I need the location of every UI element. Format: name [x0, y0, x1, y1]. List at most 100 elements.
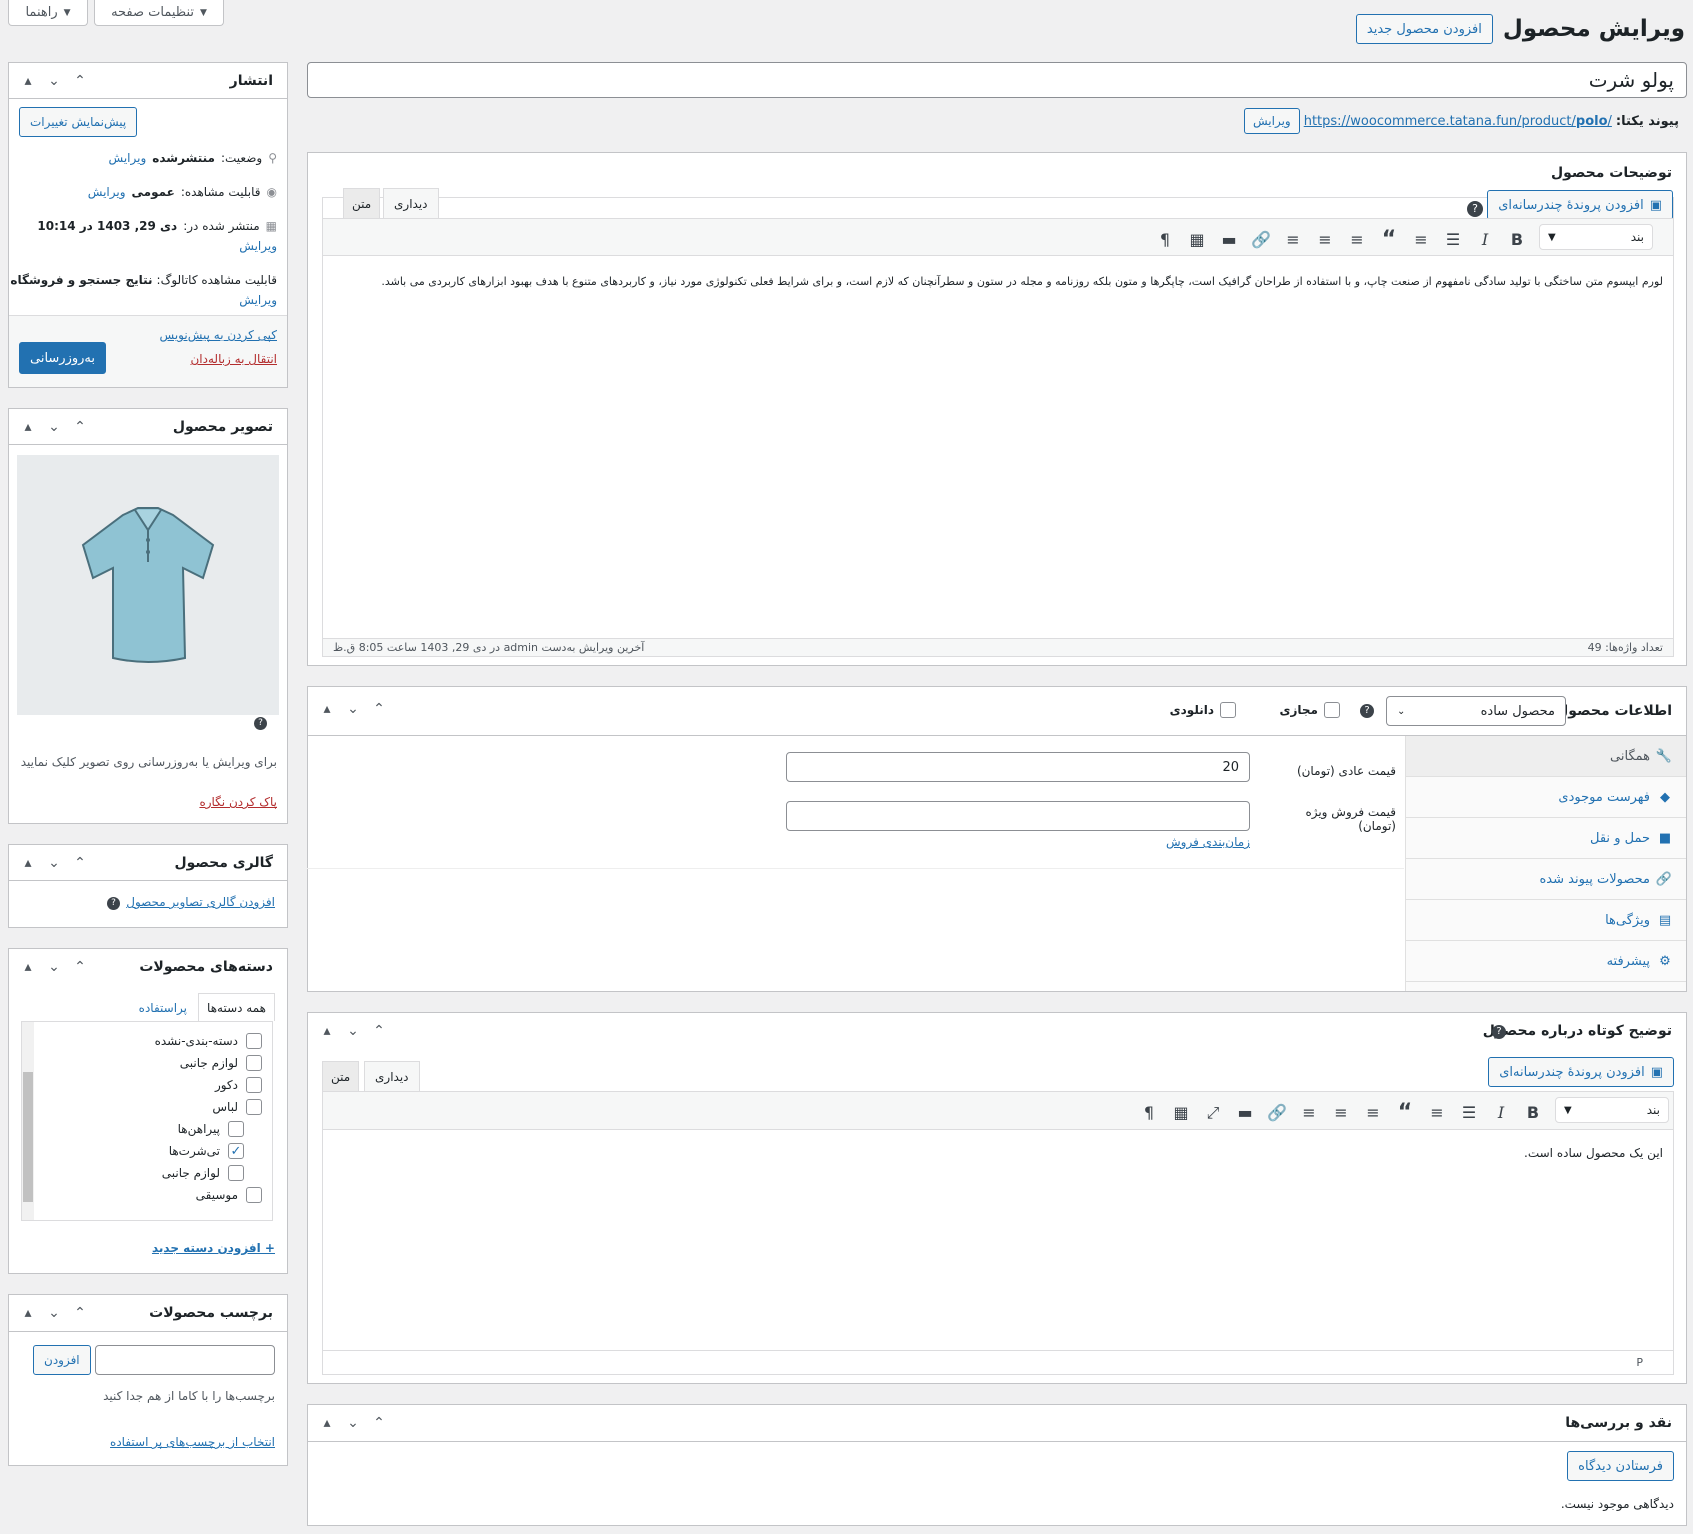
format-select[interactable]: بند ▼ [1555, 1097, 1669, 1123]
read-more-icon[interactable]: ▬ [1213, 230, 1245, 249]
category-item[interactable]: لوازم جانبی [37, 1052, 262, 1074]
read-more-icon[interactable]: ▬ [1229, 1103, 1261, 1122]
add-media-button[interactable]: ▣ افزودن پروندهٔ چندرسانه‌ای [1488, 1057, 1674, 1087]
align-right-icon[interactable]: ≡ [1293, 1103, 1325, 1122]
chevron-down-icon[interactable]: ⌄ [45, 420, 63, 434]
category-item[interactable]: لوازم جانبی [37, 1162, 262, 1184]
regular-price-input[interactable]: 20 [786, 752, 1250, 782]
tab-inventory[interactable]: ◆ فهرست موجودی [1406, 777, 1686, 818]
paragraph-icon[interactable]: ¶ [1133, 1103, 1165, 1122]
align-left-icon[interactable]: ≡ [1357, 1103, 1389, 1122]
submit-review-button[interactable]: فرستادن دیدگاه [1567, 1451, 1674, 1481]
toolbar-toggle-icon[interactable]: ▦ [1165, 1103, 1197, 1122]
category-item[interactable]: موسیقی [37, 1184, 262, 1206]
tab-popular-categories[interactable]: پراستفاده [139, 1001, 187, 1015]
downloadable-checkbox[interactable]: دانلودی [1170, 702, 1236, 718]
chevron-down-icon[interactable]: ⌄ [45, 856, 63, 870]
blockquote-icon[interactable]: “ [1389, 1100, 1421, 1125]
chevron-up-icon[interactable]: ⌃ [71, 420, 89, 434]
bullet-list-icon[interactable]: ☰ [1437, 230, 1469, 249]
move-up-icon[interactable]: ▴ [318, 702, 336, 716]
add-media-button[interactable]: ▣ افزودن پروندهٔ چندرسانه‌ای [1487, 190, 1673, 220]
move-up-icon[interactable]: ▴ [19, 960, 37, 974]
remove-image-link[interactable]: پاک کردن نگاره [199, 795, 277, 809]
link-icon[interactable]: 🔗 [1245, 230, 1277, 249]
visibility-edit-link[interactable]: ویرایش [88, 185, 126, 199]
virtual-checkbox[interactable]: مجازی [1280, 702, 1340, 718]
numbered-list-icon[interactable]: ≡ [1405, 230, 1437, 249]
chevron-down-icon[interactable]: ⌄ [45, 74, 63, 88]
help-icon[interactable]: ? [1467, 201, 1483, 217]
schedule-link[interactable]: زمان‌بندی فروش [1166, 835, 1250, 849]
chevron-up-icon[interactable]: ⌃ [370, 1416, 388, 1430]
category-checkbox[interactable] [228, 1165, 244, 1181]
help-icon[interactable]: ? [1492, 1025, 1506, 1039]
move-up-icon[interactable]: ▴ [19, 856, 37, 870]
chevron-up-icon[interactable]: ⌃ [71, 856, 89, 870]
category-checkbox[interactable] [228, 1121, 244, 1137]
category-checkbox[interactable] [246, 1033, 262, 1049]
bullet-list-icon[interactable]: ☰ [1453, 1103, 1485, 1122]
copy-to-draft-link[interactable]: کپی کردن به پیش‌نویس [160, 328, 277, 342]
description-content[interactable]: لورم ایپسوم متن ساختگی با تولید سادگی نا… [333, 272, 1663, 292]
add-new-category-link[interactable]: + افزودن دسته جدید [152, 1241, 275, 1255]
permalink-edit-button[interactable]: ویرایش [1243, 108, 1300, 134]
move-up-icon[interactable]: ▴ [19, 420, 37, 434]
product-image[interactable] [17, 455, 279, 715]
category-item[interactable]: پیراهن‌ها [37, 1118, 262, 1140]
move-up-icon[interactable]: ▴ [19, 74, 37, 88]
category-checkbox[interactable]: ✓ [228, 1143, 244, 1159]
tab-general[interactable]: 🔧 همگانی [1406, 736, 1686, 777]
published-edit-link[interactable]: ویرایش [239, 239, 277, 253]
chevron-up-icon[interactable]: ⌃ [370, 1024, 388, 1038]
help-icon[interactable]: ? [254, 717, 267, 730]
chevron-down-icon[interactable]: ⌄ [45, 1306, 63, 1320]
short-description-content[interactable]: این یک محصول ساده است. [1524, 1146, 1663, 1160]
category-item[interactable]: دکور [37, 1074, 262, 1096]
fullscreen-icon[interactable]: ⤢ [1197, 1103, 1229, 1123]
tab-text[interactable]: متن [322, 1061, 360, 1091]
add-tag-button[interactable]: افزودن [33, 1345, 91, 1375]
permalink-url[interactable]: https://woocommerce.tatana.fun/product/p… [1304, 114, 1612, 129]
sale-price-input[interactable] [786, 801, 1250, 831]
downloadable-check[interactable] [1220, 702, 1236, 718]
blockquote-icon[interactable]: “ [1373, 227, 1405, 252]
align-right-icon[interactable]: ≡ [1277, 230, 1309, 249]
add-gallery-link[interactable]: افزودن گالری تصاویر محصول [126, 895, 275, 909]
chevron-down-icon[interactable]: ⌄ [344, 702, 362, 716]
chevron-down-icon[interactable]: ⌄ [344, 1416, 362, 1430]
tab-all-categories[interactable]: همه دسته‌ها [198, 993, 275, 1021]
category-checkbox[interactable] [246, 1099, 262, 1115]
help-icon[interactable]: ? [107, 897, 120, 910]
paragraph-icon[interactable]: ¶ [1149, 230, 1181, 249]
move-up-icon[interactable]: ▴ [318, 1416, 336, 1430]
chevron-down-icon[interactable]: ⌄ [45, 960, 63, 974]
product-title-input[interactable]: پولو شرت [307, 62, 1687, 98]
tab-shipping[interactable]: ■ حمل و نقل [1406, 818, 1686, 859]
tab-linked-products[interactable]: 🔗 محصولات پیوند شده [1406, 859, 1686, 900]
tab-visual[interactable]: دیداری [383, 188, 439, 218]
tab-visual[interactable]: دیداری [364, 1061, 420, 1091]
help-button[interactable]: ▼ راهنما [8, 0, 88, 26]
tab-attributes[interactable]: ▤ ویژگی‌ها [1406, 900, 1686, 941]
chevron-up-icon[interactable]: ⌃ [71, 1306, 89, 1320]
bold-icon[interactable]: B [1501, 230, 1533, 249]
move-to-trash-link[interactable]: انتقال به زباله‌دان [190, 352, 277, 366]
add-new-product-button[interactable]: افزودن محصول جدید [1355, 14, 1493, 44]
format-select[interactable]: بند ▼ [1539, 224, 1653, 250]
tag-input[interactable] [95, 1345, 275, 1375]
numbered-list-icon[interactable]: ≡ [1421, 1103, 1453, 1122]
preview-changes-button[interactable]: پیش‌نمایش تغییرات [19, 107, 138, 137]
update-button[interactable]: به‌روزرسانی [19, 342, 107, 374]
move-up-icon[interactable]: ▴ [318, 1024, 336, 1038]
choose-popular-tags-link[interactable]: انتخاب از برچسب‌های پر استفاده [110, 1435, 275, 1449]
bold-icon[interactable]: B [1517, 1103, 1549, 1122]
chevron-down-icon[interactable]: ⌄ [344, 1024, 362, 1038]
align-center-icon[interactable]: ≡ [1325, 1103, 1357, 1122]
italic-icon[interactable]: I [1469, 230, 1501, 249]
category-checkbox[interactable] [246, 1055, 262, 1071]
align-center-icon[interactable]: ≡ [1309, 230, 1341, 249]
link-icon[interactable]: 🔗 [1261, 1103, 1293, 1122]
screen-options-button[interactable]: ▼ تنظیمات صفحه [94, 0, 224, 26]
tab-advanced[interactable]: ⚙ پیشرفته [1406, 941, 1686, 982]
